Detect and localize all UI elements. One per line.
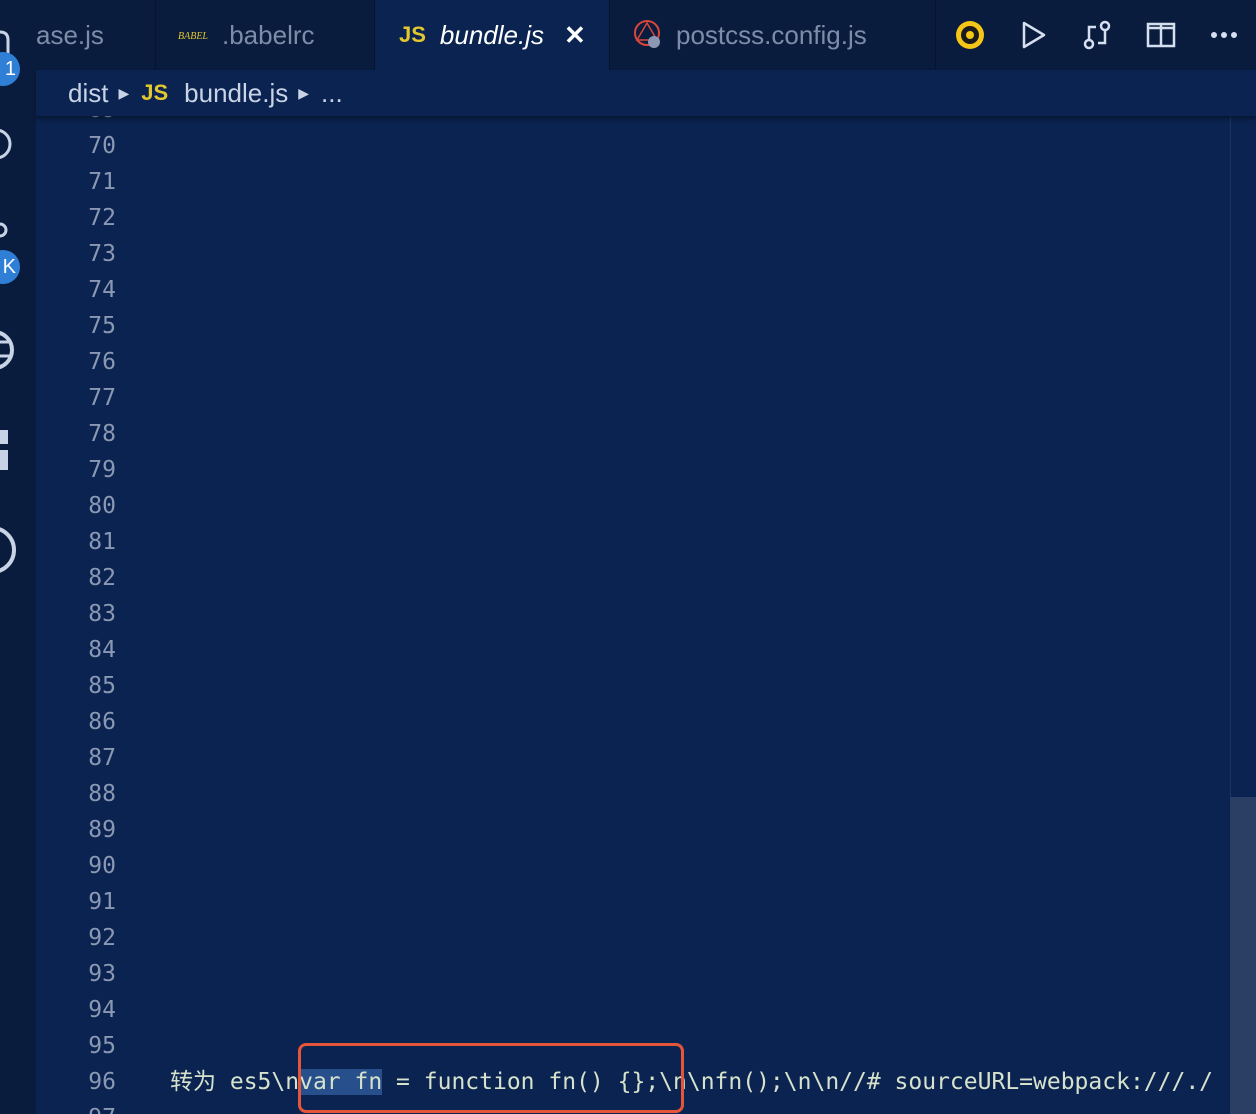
code-line: 85 (36, 668, 1230, 704)
code-line: 81 (36, 524, 1230, 560)
breadcrumb-more[interactable]: ... (321, 78, 343, 109)
scrollbar-thumb[interactable] (1230, 797, 1256, 1114)
line-number: 80 (88, 493, 116, 519)
code-line: 86 (36, 704, 1230, 740)
tab-label: .babelrc (222, 19, 315, 50)
code-line: 74 (36, 272, 1230, 308)
close-icon[interactable]: ✕ (564, 20, 586, 51)
line-number: 71 (88, 169, 116, 195)
run-icon (1023, 21, 1046, 49)
code-line: 77 (36, 380, 1230, 416)
remote-icon[interactable] (0, 520, 36, 580)
code-line: 90 (36, 848, 1230, 884)
svg-text:BABEL: BABEL (178, 31, 208, 42)
line-number: 95 (88, 1033, 116, 1059)
babel-icon: BABEL (178, 31, 208, 42)
annotation-highlight-box (298, 1043, 684, 1113)
tab-postcss-config[interactable]: postcss.config.js (610, 0, 936, 70)
more-actions-button[interactable] (1192, 0, 1256, 70)
code-line: 75 (36, 308, 1230, 344)
line-number: 72 (88, 205, 116, 231)
more-icon (1211, 32, 1238, 38)
code-line: 88 (36, 776, 1230, 812)
code-line: 91 (36, 884, 1230, 920)
breadcrumb-folder[interactable]: dist (68, 78, 108, 109)
line-number: 94 (88, 997, 116, 1023)
line-number: 90 (88, 853, 116, 879)
line-number: 96 (88, 1069, 116, 1095)
tab-label: postcss.config.js (676, 19, 867, 50)
code-line: 70 (36, 128, 1230, 164)
code-editor[interactable]: 69 70 71 72 73 74 75 76 77 78 79 80 81 82 83 84 85 86 87 8… (36, 116, 1230, 1114)
chrome-debug-icon (955, 21, 984, 49)
code-line: 83 (36, 596, 1230, 632)
code-line: 76 (36, 344, 1230, 380)
search-icon[interactable] (0, 120, 36, 170)
compare-changes-icon (1083, 20, 1111, 50)
run-button[interactable] (1002, 0, 1066, 70)
tab-bar: ase.js BABEL .babelrc JS bundle.js ✕ pos… (36, 0, 1256, 70)
line-number: 69 (36, 116, 116, 128)
code-line: 82 (36, 560, 1230, 596)
breadcrumb-file[interactable]: bundle.js (184, 78, 288, 109)
postcss-icon (634, 20, 660, 48)
line-number: 89 (88, 817, 116, 843)
line-number: 88 (88, 781, 116, 807)
line-number: 84 (88, 637, 116, 663)
code-line: 87 (36, 740, 1230, 776)
line-number: 86 (88, 709, 116, 735)
compare-changes-button[interactable] (1065, 0, 1129, 70)
line-number: 79 (88, 457, 116, 483)
line-number: 77 (88, 385, 116, 411)
extensions-icon[interactable] (0, 426, 36, 476)
split-editor-icon (1146, 22, 1175, 48)
activity-bar: 1 K (0, 0, 36, 1114)
breadcrumb: dist ▶ JS bundle.js ▶ ... (36, 70, 1256, 116)
line-number: 83 (88, 601, 116, 627)
js-icon: JS (399, 22, 426, 47)
line-number: 78 (88, 421, 116, 447)
tab-label: bundle.js (439, 19, 544, 50)
line-number: 97 (36, 1100, 116, 1114)
code-line: 72 (36, 200, 1230, 236)
chrome-debug-button[interactable] (938, 0, 1002, 70)
code-line: 79 (36, 452, 1230, 488)
code-line: 94 (36, 992, 1230, 1028)
code-line: 78 (36, 416, 1230, 452)
js-icon: JS (141, 80, 169, 105)
code-line: 92 (36, 920, 1230, 956)
line-number: 92 (88, 925, 116, 951)
tab-babelrc[interactable]: BABEL .babelrc (156, 0, 375, 70)
line-number: 74 (88, 277, 116, 303)
chevron-right-icon: ▶ (118, 84, 130, 101)
line-number: 87 (88, 745, 116, 771)
code-line: 89 (36, 812, 1230, 848)
line-number: 85 (88, 673, 116, 699)
chevron-right-icon: ▶ (298, 84, 310, 101)
line-number: 76 (88, 349, 116, 375)
tab-label: ase.js (36, 19, 104, 50)
line-number: 70 (88, 133, 116, 159)
line-number: 81 (88, 529, 116, 555)
tab-bundle-js[interactable]: JS bundle.js ✕ (375, 0, 610, 70)
line-number: 93 (88, 961, 116, 987)
line-number: 91 (88, 889, 116, 915)
line-number: 73 (88, 241, 116, 267)
line-number: 82 (88, 565, 116, 591)
code-line: 80 (36, 488, 1230, 524)
code-line: 84 (36, 632, 1230, 668)
code-line: 69 (36, 116, 1230, 128)
code-line: 73 (36, 236, 1230, 272)
code-prefix: 转为 es5\ (170, 1069, 286, 1095)
editor-actions (938, 0, 1256, 70)
code-line: 71 (36, 164, 1230, 200)
split-editor-button[interactable] (1129, 0, 1193, 70)
line-number: 75 (88, 313, 116, 339)
tab-ase-js[interactable]: ase.js (36, 0, 156, 70)
code-line: 93 (36, 956, 1230, 992)
debug-icon[interactable] (0, 320, 36, 380)
